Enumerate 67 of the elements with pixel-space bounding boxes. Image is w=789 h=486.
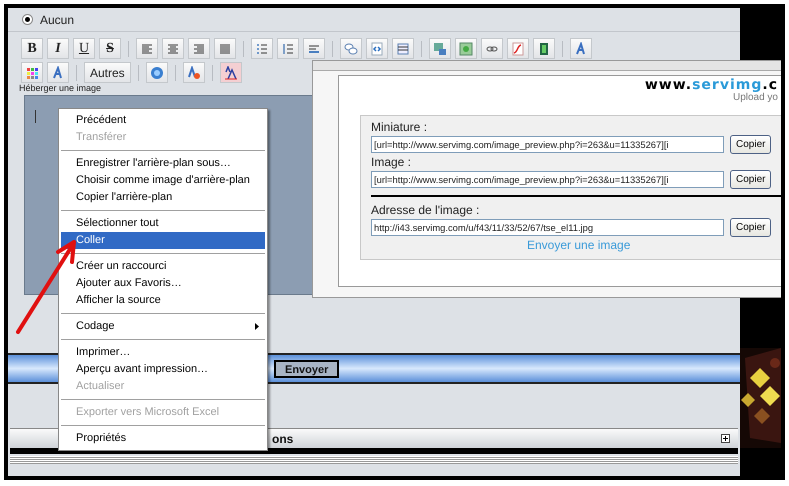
toolbar-button[interactable] xyxy=(162,38,184,59)
url-field[interactable]: http://i43.servimg.com/u/f43/11/33/52/67/tse_el11.jpg xyxy=(371,219,724,236)
image-save-icon xyxy=(433,42,447,56)
film-icon xyxy=(537,42,551,56)
url-field[interactable]: [url=http://www.servimg.com/image_preview.php?i=263&u=11335267][i xyxy=(371,136,724,153)
copy-button[interactable]: Copier xyxy=(730,170,772,189)
radio-label: Aucun xyxy=(40,12,74,28)
bullet-list-icon xyxy=(255,42,269,56)
align-right-icon xyxy=(192,42,206,56)
menu-item[interactable]: Codage xyxy=(61,318,265,335)
url-field[interactable]: [url=http://www.servimg.com/image_preview.php?i=263&u=11335267][i xyxy=(371,171,724,188)
toolbar-button[interactable] xyxy=(214,38,236,59)
font-icon xyxy=(51,66,65,80)
field-label: Image : xyxy=(371,155,412,170)
radio-button[interactable] xyxy=(22,14,33,25)
toolbar-button[interactable] xyxy=(533,38,555,59)
copy-button[interactable]: Copier xyxy=(730,218,772,237)
color-grid-icon xyxy=(25,66,39,80)
image-icon xyxy=(459,42,473,56)
toolbar-button[interactable] xyxy=(481,38,503,59)
toolbar-button[interactable] xyxy=(220,62,242,83)
submenu-arrow-icon xyxy=(255,323,259,330)
toolbar-button[interactable]: S xyxy=(99,38,121,59)
speech-bubbles-icon xyxy=(344,42,358,56)
menu-item[interactable]: Imprimer… xyxy=(61,344,265,361)
flash-icon xyxy=(511,42,525,56)
field-label: Adresse de l'image : xyxy=(371,203,480,218)
section-title: ons xyxy=(272,430,294,448)
toolbar-button[interactable]: Autres xyxy=(84,62,131,83)
toolbar-button[interactable] xyxy=(251,38,273,59)
menu-item[interactable]: Précédent xyxy=(61,112,265,129)
menu-item[interactable]: Créer un raccourci xyxy=(61,258,265,275)
tagline: Upload yo xyxy=(732,93,778,103)
menu-item[interactable]: Enregistrer l'arrière-plan sous… xyxy=(61,155,265,172)
menu-item[interactable]: Copier l'arrière-plan xyxy=(61,189,265,206)
upload-label: Héberger une image xyxy=(19,83,102,94)
submit-button[interactable]: Envoyer xyxy=(274,360,340,378)
menu-item[interactable]: Sélectionner tout xyxy=(61,215,265,232)
toolbar-button[interactable] xyxy=(392,38,414,59)
toolbar-button[interactable] xyxy=(303,38,325,59)
align-left-icon xyxy=(140,42,154,56)
menu-item[interactable]: Coller xyxy=(61,232,265,249)
menu-item[interactable]: Aperçu avant impression… xyxy=(61,361,265,378)
help-icon xyxy=(150,66,164,80)
menu-item[interactable]: Choisir comme image d'arrière-plan xyxy=(61,172,265,189)
font-remove-icon xyxy=(186,66,201,80)
align-center-icon xyxy=(166,42,180,56)
toolbar-button[interactable] xyxy=(366,38,388,59)
font-size-icon xyxy=(224,66,238,80)
toolbar-button[interactable] xyxy=(188,38,210,59)
logo: www.servimg.c xyxy=(644,78,778,93)
toolbar-button[interactable]: I xyxy=(47,38,69,59)
field-label: Miniature : xyxy=(371,120,428,135)
toolbar-button[interactable] xyxy=(277,38,299,59)
toolbar-button[interactable]: U xyxy=(73,38,95,59)
menu-item[interactable]: Ajouter aux Favoris… xyxy=(61,275,265,292)
numbered-list-icon xyxy=(281,42,295,56)
menu-item[interactable]: Propriétés xyxy=(61,430,265,447)
menu-item[interactable]: Afficher la source xyxy=(61,292,265,309)
toolbar-button[interactable]: B xyxy=(21,38,43,59)
expand-icon[interactable] xyxy=(721,434,730,443)
code-icon xyxy=(370,42,384,56)
font-icon xyxy=(574,42,588,56)
copy-button[interactable]: Copier xyxy=(730,135,772,154)
toolbar-button[interactable] xyxy=(136,38,158,59)
table-icon xyxy=(396,42,410,56)
align-justify-icon xyxy=(218,42,232,56)
